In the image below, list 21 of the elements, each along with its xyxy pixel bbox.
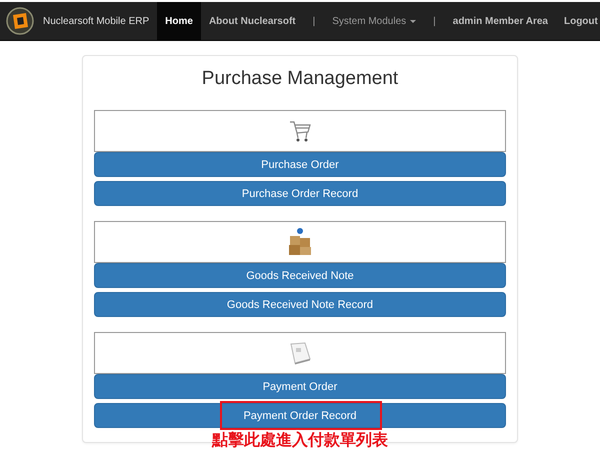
module-button[interactable]: Purchase Order Record xyxy=(94,181,506,206)
nav-dropdown[interactable]: System Modules xyxy=(324,2,424,40)
nav-link[interactable]: Logout xyxy=(556,2,600,40)
nav-link[interactable]: About Nuclearsoft xyxy=(200,2,304,40)
nav-link[interactable]: Home xyxy=(157,2,201,40)
module-button[interactable]: Goods Received Note xyxy=(94,263,506,288)
module-button[interactable]: Purchase Order xyxy=(94,152,506,177)
nav-link[interactable]: admin Member Area xyxy=(444,2,556,40)
logo-icon[interactable] xyxy=(6,7,34,35)
panel-title: Purchase Management xyxy=(200,67,400,91)
nav-separator: | xyxy=(312,16,316,26)
cart-icon xyxy=(288,119,312,143)
boxes-icon xyxy=(287,227,313,257)
nav-separator: | xyxy=(432,16,437,26)
brand-name[interactable]: Nuclearsoft Mobile ERP xyxy=(43,16,150,26)
caret-icon xyxy=(410,20,416,22)
module-button[interactable]: Payment Order Record xyxy=(94,403,506,428)
module-button[interactable]: Goods Received Note Record xyxy=(94,292,506,317)
annotation-text: 點擊此處進入付款單列表 xyxy=(210,431,389,451)
module-button[interactable]: Payment Order xyxy=(94,374,506,399)
document-icon xyxy=(288,341,312,365)
